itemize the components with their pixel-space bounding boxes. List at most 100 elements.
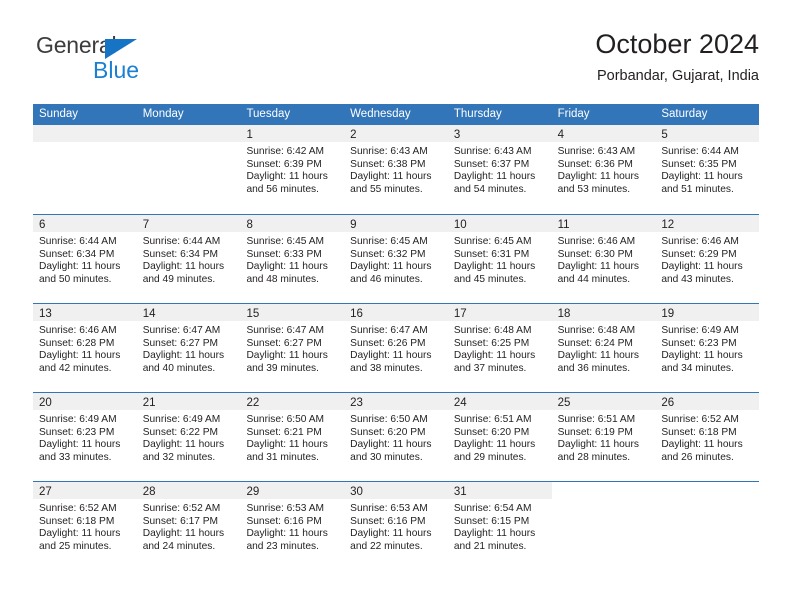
day-cell[interactable] (33, 125, 137, 214)
day-cell[interactable]: 15 Sunrise: 6:47 AM Sunset: 6:27 PM Dayl… (240, 304, 345, 392)
day-number: 1 (246, 129, 253, 141)
daylight-text-line2: and 25 minutes. (39, 540, 112, 552)
day-cell[interactable]: 10 Sunrise: 6:45 AM Sunset: 6:31 PM Dayl… (447, 215, 552, 303)
day-cell[interactable]: 22 Sunrise: 6:50 AM Sunset: 6:21 PM Dayl… (240, 393, 345, 481)
daylight-text-line1: Daylight: 11 hours (453, 350, 536, 362)
daylight-text-line1: Daylight: 11 hours (39, 439, 121, 451)
day-cell[interactable]: 19 Sunrise: 6:49 AM Sunset: 6:23 PM Dayl… (655, 304, 760, 392)
week-row: 27 Sunrise: 6:52 AM Sunset: 6:18 PM Dayl… (33, 481, 759, 570)
daylight-text-line1: Daylight: 11 hours (39, 350, 121, 362)
daylight-text-line1: Daylight: 11 hours (350, 350, 432, 362)
day-info: Sunrise: 6:43 AM Sunset: 6:38 PM Dayligh… (344, 142, 448, 196)
day-cell[interactable]: 14 Sunrise: 6:47 AM Sunset: 6:27 PM Dayl… (136, 304, 241, 392)
daylight-text-line2: and 46 minutes. (350, 273, 423, 285)
day-info: Sunrise: 6:48 AM Sunset: 6:25 PM Dayligh… (448, 321, 552, 375)
sunset-text: Sunset: 6:36 PM (557, 158, 633, 170)
week-row: 6 Sunrise: 6:44 AM Sunset: 6:34 PM Dayli… (33, 214, 760, 303)
day-number: 4 (557, 129, 564, 141)
day-cell[interactable]: 1 Sunrise: 6:42 AM Sunset: 6:39 PM Dayli… (240, 125, 345, 214)
day-cell[interactable]: 17 Sunrise: 6:48 AM Sunset: 6:25 PM Dayl… (447, 304, 552, 392)
sunset-text: Sunset: 6:28 PM (39, 337, 115, 349)
day-cell[interactable]: 6 Sunrise: 6:44 AM Sunset: 6:34 PM Dayli… (33, 215, 137, 303)
day-info: Sunrise: 6:49 AM Sunset: 6:22 PM Dayligh… (137, 410, 241, 464)
sunset-text: Sunset: 6:27 PM (142, 337, 219, 349)
day-cell[interactable]: 24 Sunrise: 6:51 AM Sunset: 6:20 PM Dayl… (447, 393, 552, 481)
day-info: Sunrise: 6:53 AM Sunset: 6:16 PM Dayligh… (344, 499, 448, 553)
calendar-grid: Sunday Monday Tuesday Wednesday Thursday… (33, 104, 760, 570)
day-number: 25 (557, 397, 571, 409)
daylight-text-line2: and 33 minutes. (39, 451, 112, 463)
sunset-text: Sunset: 6:35 PM (661, 158, 737, 170)
day-cell[interactable]: 2 Sunrise: 6:43 AM Sunset: 6:38 PM Dayli… (344, 125, 448, 214)
calendar-page: General Blue October 2024 Porbandar, Guj… (0, 0, 792, 612)
day-cell[interactable]: 4 Sunrise: 6:43 AM Sunset: 6:36 PM Dayli… (551, 125, 656, 214)
day-cell[interactable]: 30 Sunrise: 6:53 AM Sunset: 6:16 PM Dayl… (344, 482, 448, 570)
daylight-text-line1: Daylight: 11 hours (142, 350, 225, 362)
day-info: Sunrise: 6:47 AM Sunset: 6:27 PM Dayligh… (240, 321, 344, 375)
daylight-text-line2: and 21 minutes. (453, 540, 527, 552)
day-cell[interactable]: 20 Sunrise: 6:49 AM Sunset: 6:23 PM Dayl… (33, 393, 137, 481)
sunrise-text: Sunrise: 6:52 AM (39, 503, 117, 514)
day-info: Sunrise: 6:52 AM Sunset: 6:18 PM Dayligh… (655, 410, 759, 464)
sunrise-text: Sunrise: 6:50 AM (246, 414, 325, 425)
sunrise-text: Sunrise: 6:53 AM (350, 503, 428, 514)
day-number: 31 (453, 486, 467, 498)
day-cell[interactable]: 11 Sunrise: 6:46 AM Sunset: 6:30 PM Dayl… (551, 215, 656, 303)
day-cell[interactable]: 28 Sunrise: 6:52 AM Sunset: 6:17 PM Dayl… (136, 482, 241, 570)
sunset-text: Sunset: 6:20 PM (453, 426, 530, 438)
daylight-text-line2: and 29 minutes. (453, 451, 527, 463)
page-subtitle-location: Porbandar, Gujarat, India (596, 68, 759, 84)
day-cell[interactable]: 8 Sunrise: 6:45 AM Sunset: 6:33 PM Dayli… (240, 215, 345, 303)
day-cell[interactable] (552, 482, 656, 570)
day-cell[interactable]: 29 Sunrise: 6:53 AM Sunset: 6:16 PM Dayl… (240, 482, 345, 570)
daylight-text-line1: Daylight: 11 hours (661, 439, 743, 451)
daylight-text-line2: and 22 minutes. (350, 540, 423, 552)
week-row: 13 Sunrise: 6:46 AM Sunset: 6:28 PM Dayl… (33, 303, 760, 392)
day-cell[interactable]: 23 Sunrise: 6:50 AM Sunset: 6:20 PM Dayl… (344, 393, 448, 481)
daylight-text-line1: Daylight: 11 hours (350, 171, 432, 183)
day-cell[interactable]: 16 Sunrise: 6:47 AM Sunset: 6:26 PM Dayl… (344, 304, 448, 392)
day-cell[interactable]: 21 Sunrise: 6:49 AM Sunset: 6:22 PM Dayl… (136, 393, 241, 481)
day-info: Sunrise: 6:47 AM Sunset: 6:26 PM Dayligh… (344, 321, 448, 375)
day-number: 19 (661, 308, 675, 320)
day-cell[interactable]: 12 Sunrise: 6:46 AM Sunset: 6:29 PM Dayl… (655, 215, 760, 303)
daylight-text-line1: Daylight: 11 hours (453, 171, 536, 183)
weekday-header-saturday: Saturday (661, 108, 708, 120)
daylight-text-line2: and 53 minutes. (557, 183, 631, 195)
sunrise-text: Sunrise: 6:49 AM (39, 414, 117, 425)
day-number: 7 (142, 219, 150, 231)
daylight-text-line1: Daylight: 11 hours (142, 528, 225, 540)
day-info: Sunrise: 6:51 AM Sunset: 6:20 PM Dayligh… (448, 410, 552, 464)
general-blue-logo[interactable]: General Blue (33, 32, 233, 92)
day-cell[interactable]: 27 Sunrise: 6:52 AM Sunset: 6:18 PM Dayl… (33, 482, 137, 570)
day-info: Sunrise: 6:44 AM Sunset: 6:34 PM Dayligh… (137, 232, 241, 286)
day-number: 10 (453, 219, 467, 231)
sunset-text: Sunset: 6:37 PM (453, 158, 530, 170)
sunrise-text: Sunrise: 6:49 AM (661, 325, 739, 336)
day-number: 17 (453, 308, 467, 320)
day-cell[interactable]: 18 Sunrise: 6:48 AM Sunset: 6:24 PM Dayl… (551, 304, 656, 392)
daylight-text-line1: Daylight: 11 hours (246, 171, 328, 183)
day-info: Sunrise: 6:48 AM Sunset: 6:24 PM Dayligh… (552, 321, 656, 375)
sunset-text: Sunset: 6:17 PM (142, 515, 219, 527)
day-cell[interactable]: 26 Sunrise: 6:52 AM Sunset: 6:18 PM Dayl… (655, 393, 760, 481)
day-cell[interactable] (655, 482, 759, 570)
day-cell[interactable]: 13 Sunrise: 6:46 AM Sunset: 6:28 PM Dayl… (33, 304, 137, 392)
daylight-text-line1: Daylight: 11 hours (453, 528, 536, 540)
sunrise-text: Sunrise: 6:45 AM (453, 236, 532, 247)
day-cell[interactable]: 25 Sunrise: 6:51 AM Sunset: 6:19 PM Dayl… (551, 393, 656, 481)
day-cell[interactable]: 3 Sunrise: 6:43 AM Sunset: 6:37 PM Dayli… (447, 125, 552, 214)
day-cell[interactable] (136, 125, 241, 214)
daylight-text-line1: Daylight: 11 hours (350, 439, 432, 451)
daylight-text-line1: Daylight: 11 hours (661, 171, 743, 183)
daylight-text-line1: Daylight: 11 hours (246, 350, 328, 362)
day-cell[interactable]: 9 Sunrise: 6:45 AM Sunset: 6:32 PM Dayli… (344, 215, 448, 303)
day-info: Sunrise: 6:50 AM Sunset: 6:20 PM Dayligh… (344, 410, 448, 464)
daylight-text-line1: Daylight: 11 hours (557, 261, 639, 273)
day-cell[interactable]: 31 Sunrise: 6:54 AM Sunset: 6:15 PM Dayl… (447, 482, 552, 570)
daylight-text-line2: and 54 minutes. (453, 183, 527, 195)
day-cell[interactable]: 5 Sunrise: 6:44 AM Sunset: 6:35 PM Dayli… (655, 125, 760, 214)
sunrise-text: Sunrise: 6:51 AM (453, 414, 532, 425)
sunset-text: Sunset: 6:21 PM (246, 426, 322, 438)
day-cell[interactable]: 7 Sunrise: 6:44 AM Sunset: 6:34 PM Dayli… (136, 215, 241, 303)
